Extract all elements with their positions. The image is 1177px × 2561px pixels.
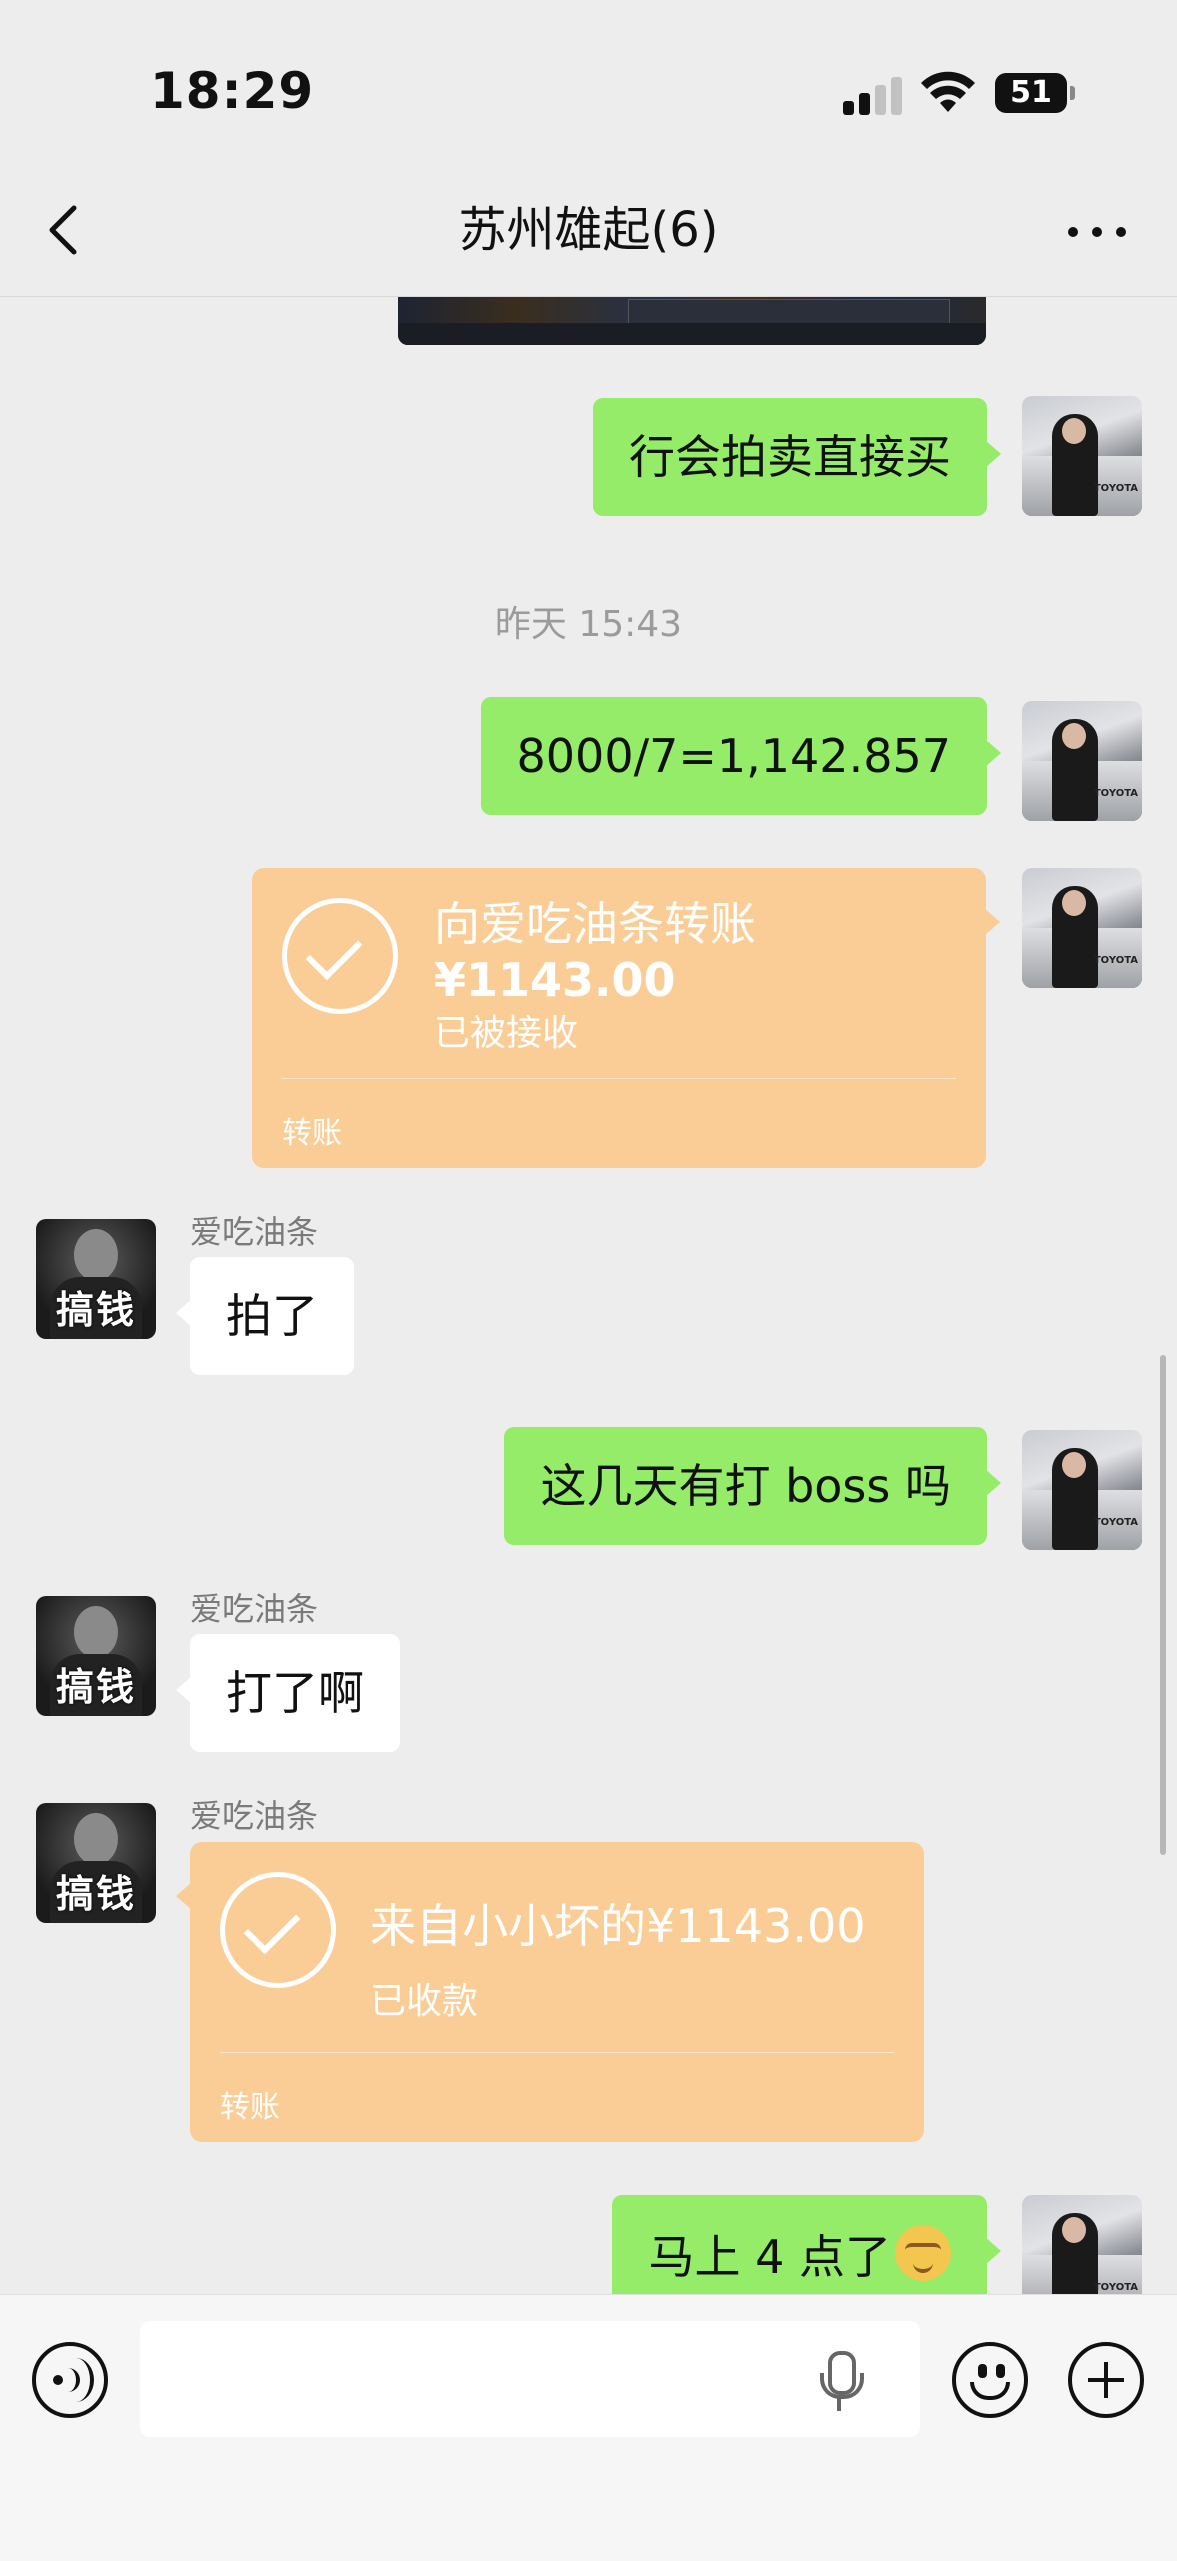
wifi-icon (921, 71, 975, 112)
battery-indicator: 51 (995, 73, 1075, 113)
chat-header: 苏州雄起(6) (0, 170, 1177, 297)
message-bubble-outgoing[interactable]: 行会拍卖直接买 (593, 398, 1001, 516)
status-bar: 18:29 51 (0, 0, 1177, 170)
message-bubble-incoming[interactable]: 打了啊 (176, 1634, 400, 1752)
check-icon (282, 898, 398, 1014)
message-list[interactable]: 行会拍卖直接买 TOYOTA 昨天 15:43 8000/7=1,142.857… (0, 297, 1177, 2294)
scrollbar[interactable] (1160, 1355, 1166, 1855)
transfer-card-outgoing[interactable]: 向爱吃油条转账 ¥1143.00 已被接收 转账 (252, 868, 1000, 1168)
transfer-card-incoming[interactable]: 来自小小坏的¥1143.00 已收款 转账 (176, 1842, 924, 2142)
plus-icon[interactable] (1068, 2342, 1144, 2418)
cellular-signal-icon (843, 75, 905, 115)
transfer-label: 转账 (282, 1116, 342, 1151)
game-screenshot-image[interactable] (398, 297, 986, 345)
avatar-self[interactable]: TOYOTA (1022, 2195, 1142, 2294)
avatar-self[interactable]: TOYOTA (1022, 1430, 1142, 1550)
emoji-icon[interactable] (952, 2342, 1028, 2418)
transfer-status: 已收款 (370, 1981, 479, 2022)
avatar-self[interactable]: TOYOTA (1022, 396, 1142, 516)
more-icon[interactable] (1062, 215, 1132, 245)
message-bubble-outgoing[interactable]: 马上 4 点了 (612, 2195, 1001, 2294)
avatar-contact[interactable]: 搞钱 (36, 1803, 156, 1923)
message-bubble-outgoing[interactable]: 这几天有打 boss 吗 (504, 1427, 1001, 1545)
doge-emoji-icon (895, 2225, 951, 2281)
sender-name: 爱吃油条 (190, 1797, 319, 1835)
message-bubble-outgoing[interactable]: 8000/7=1,142.857 (480, 697, 1002, 815)
avatar-contact[interactable]: 搞钱 (36, 1219, 156, 1339)
message-bubble-incoming[interactable]: 拍了 (176, 1257, 354, 1375)
voice-icon[interactable] (32, 2342, 108, 2418)
transfer-title: 向爱吃油条转账 (434, 897, 756, 951)
avatar-contact[interactable]: 搞钱 (36, 1596, 156, 1716)
transfer-amount: ¥1143.00 (434, 953, 676, 1007)
transfer-label: 转账 (220, 2090, 280, 2125)
message-text: 马上 4 点了 (648, 2230, 891, 2284)
status-time: 18:29 (150, 62, 315, 120)
message-timestamp: 昨天 15:43 (494, 604, 683, 645)
input-bar (0, 2294, 1177, 2561)
chat-title: 苏州雄起(6) (458, 202, 719, 258)
avatar-self[interactable]: TOYOTA (1022, 701, 1142, 821)
sender-name: 爱吃油条 (190, 1590, 319, 1628)
transfer-status: 已被接收 (434, 1013, 579, 1054)
avatar-self[interactable]: TOYOTA (1022, 868, 1142, 988)
message-input[interactable] (140, 2321, 920, 2437)
check-icon (220, 1872, 336, 1988)
transfer-title: 来自小小坏的¥1143.00 (370, 1899, 866, 1953)
sender-name: 爱吃油条 (190, 1213, 319, 1251)
